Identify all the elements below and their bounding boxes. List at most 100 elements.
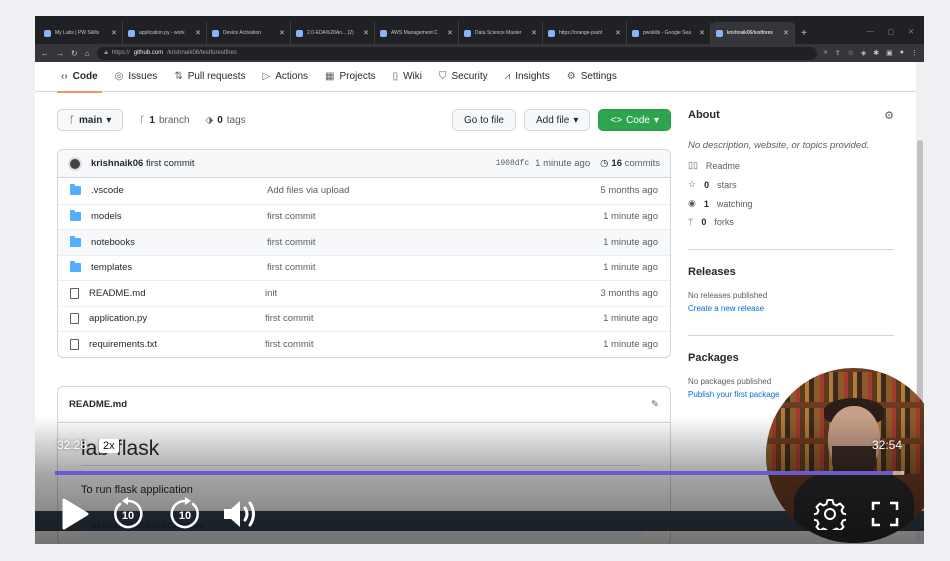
close-tab-icon[interactable]: ✕: [531, 29, 537, 37]
file-name[interactable]: README.md: [89, 288, 265, 299]
browser-tab[interactable]: Data Science Master ✕: [459, 22, 543, 44]
share-icon[interactable]: ⇪: [835, 49, 841, 57]
tab-pull-requests[interactable]: ⇅ Pull requests: [174, 62, 245, 92]
forward-arrow-icon[interactable]: →: [56, 49, 64, 58]
browser-tab[interactable]: krishnaik06/testfores ✕: [711, 22, 795, 44]
browser-tab[interactable]: Device Activation ✕: [207, 22, 291, 44]
commit-message[interactable]: first commit: [146, 158, 195, 169]
tab-projects[interactable]: ▦ Projects: [325, 62, 376, 92]
close-tab-icon[interactable]: ✕: [111, 29, 117, 37]
avatar[interactable]: [68, 156, 82, 171]
rewind-button[interactable]: 10: [108, 494, 148, 534]
browser-tab[interactable]: AWS Management C ✕: [375, 22, 459, 44]
tab-security[interactable]: ⛉ Security: [439, 62, 488, 92]
go-to-file-button[interactable]: Go to file: [451, 109, 516, 131]
commit-sha[interactable]: 1908dfc: [496, 159, 530, 168]
back-arrow-icon[interactable]: ←: [41, 49, 49, 58]
commit-count-label[interactable]: commits: [625, 158, 660, 169]
readme-filename[interactable]: README.md: [69, 399, 127, 410]
close-tab-icon[interactable]: ✕: [783, 29, 789, 37]
table-row[interactable]: .vscode Add files via upload 5 months ago: [58, 178, 670, 204]
watching-link[interactable]: ◉ 1 watching: [688, 198, 894, 209]
settings-button[interactable]: [810, 494, 850, 534]
table-row[interactable]: templates first commit 1 minute ago: [58, 254, 670, 281]
fullscreen-button[interactable]: [865, 494, 905, 534]
commit-count[interactable]: 16: [611, 158, 622, 169]
table-row[interactable]: README.md init 3 months ago: [58, 280, 670, 306]
releases-title[interactable]: Releases: [688, 266, 894, 278]
file-name[interactable]: application.py: [89, 313, 265, 324]
tab-issues[interactable]: ◎ Issues: [115, 62, 158, 92]
zoom-icon[interactable]: ⌕: [824, 49, 828, 57]
file-commit-message[interactable]: first commit: [267, 211, 603, 222]
table-row[interactable]: notebooks first commit 1 minute ago: [58, 229, 670, 255]
branch-select-button[interactable]: ᚴ main ▾: [57, 109, 124, 131]
minimize-icon[interactable]: —: [867, 28, 874, 36]
tags-link[interactable]: ⬗ 0 tags: [206, 115, 246, 126]
file-name[interactable]: .vscode: [91, 185, 267, 196]
play-button[interactable]: [55, 494, 95, 534]
packages-title[interactable]: Packages: [688, 352, 894, 364]
pencil-icon[interactable]: ✎: [651, 399, 659, 410]
close-tab-icon[interactable]: ✕: [279, 29, 285, 37]
tab-actions[interactable]: ▷ Actions: [263, 62, 309, 92]
create-release-link[interactable]: Create a new release: [688, 304, 894, 313]
close-tab-icon[interactable]: ✕: [615, 29, 621, 37]
tab-insights[interactable]: ⩘ Insights: [505, 62, 550, 92]
close-tab-icon[interactable]: ✕: [195, 29, 201, 37]
readme-link[interactable]: ▯▯ Readme: [688, 160, 894, 171]
browser-tab[interactable]: https://orange-paint ✕: [543, 22, 627, 44]
close-tab-icon[interactable]: ✕: [447, 29, 453, 37]
file-commit-message[interactable]: first commit: [265, 339, 603, 350]
puzzle-icon[interactable]: ✱: [873, 49, 879, 57]
extension-icon[interactable]: ◈: [861, 49, 866, 57]
code-button[interactable]: <> Code ▾: [598, 109, 671, 131]
file-commit-message[interactable]: first commit: [265, 313, 603, 324]
new-tab-icon[interactable]: +: [795, 28, 813, 44]
browser-tab[interactable]: My Labs | PW Skills ✕: [39, 22, 123, 44]
menu-icon[interactable]: ⋮: [911, 49, 918, 57]
file-commit-message[interactable]: init: [265, 288, 600, 299]
commit-author[interactable]: krishnaik06: [91, 158, 143, 169]
volume-button[interactable]: [220, 494, 260, 534]
file-name[interactable]: requirements.txt: [89, 339, 265, 350]
tab-settings[interactable]: ⚙ Settings: [567, 62, 617, 92]
stars-link[interactable]: ☆ 0 stars: [688, 179, 894, 190]
address-bar[interactable]: 🔒︎ https://github.com/krishnaik06/testfo…: [96, 46, 817, 60]
tab-wiki[interactable]: ▯ Wiki: [393, 62, 422, 92]
file-name[interactable]: notebooks: [91, 237, 267, 248]
divider: [688, 249, 894, 250]
forks-link[interactable]: ᛘ 0 forks: [688, 217, 894, 227]
sidepanel-icon[interactable]: ▣: [886, 49, 893, 57]
close-tab-icon[interactable]: ✕: [699, 29, 705, 37]
close-tab-icon[interactable]: ✕: [363, 29, 369, 37]
browser-tab[interactable]: pwskills - Google Sea ✕: [627, 22, 711, 44]
file-name[interactable]: models: [91, 211, 267, 222]
file-age: 5 months ago: [600, 185, 658, 197]
star-icon[interactable]: ☆: [848, 49, 854, 57]
home-icon[interactable]: ⌂: [85, 49, 90, 58]
playback-speed-badge[interactable]: 2x: [99, 439, 119, 453]
profile-icon[interactable]: ●: [900, 49, 904, 57]
table-row[interactable]: application.py first commit 1 minute ago: [58, 305, 670, 332]
browser-tab[interactable]: application.py - work ✕: [123, 22, 207, 44]
progress-bar[interactable]: [55, 471, 904, 475]
favicon-icon: [548, 29, 555, 37]
file-list: krishnaik06 first commit 1908dfc 1 minut…: [57, 149, 671, 358]
add-file-button[interactable]: Add file ▾: [523, 109, 591, 131]
close-window-icon[interactable]: ✕: [908, 28, 914, 36]
table-row[interactable]: models first commit 1 minute ago: [58, 203, 670, 230]
gear-icon[interactable]: ⚙: [884, 109, 894, 122]
tab-code[interactable]: ‹› Code: [57, 62, 102, 93]
table-row[interactable]: requirements.txt first commit 1 minute ago: [58, 331, 670, 357]
browser-tab[interactable]: 2.0-EDA%20An... (2) ✕: [291, 22, 375, 44]
file-commit-message[interactable]: Add files via upload: [267, 185, 600, 196]
file-name[interactable]: templates: [91, 262, 267, 273]
branches-link[interactable]: ᚴ 1 branch: [139, 115, 189, 126]
forward-button[interactable]: 10: [165, 494, 205, 534]
file-actions: Go to file Add file ▾ <> Code ▾: [451, 109, 671, 131]
maximize-icon[interactable]: ▢: [888, 28, 895, 36]
reload-icon[interactable]: ↻: [71, 49, 78, 58]
file-commit-message[interactable]: first commit: [267, 262, 603, 273]
file-commit-message[interactable]: first commit: [267, 237, 603, 248]
